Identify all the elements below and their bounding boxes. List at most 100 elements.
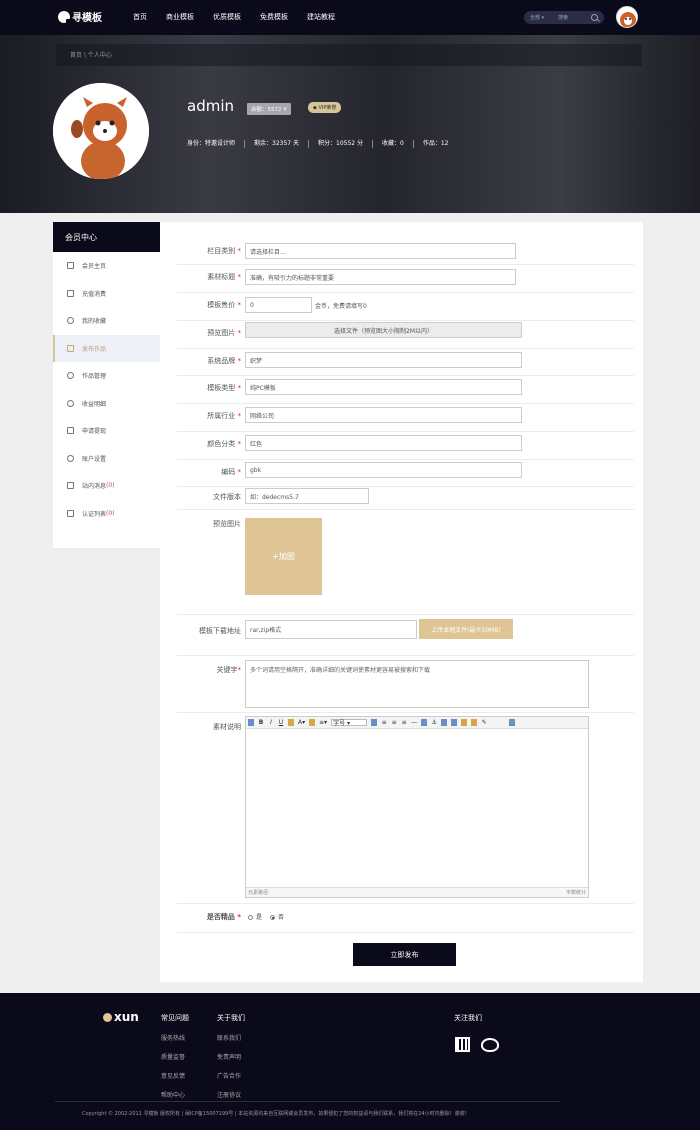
footer-link[interactable]: 意见反馈: [161, 1071, 189, 1080]
media-icon[interactable]: [461, 719, 468, 726]
qr-code-icon[interactable]: [455, 1037, 470, 1052]
featured-radio-group: 是 否: [248, 912, 284, 921]
industry-select[interactable]: 网络公司: [245, 407, 522, 423]
type-select[interactable]: 纯PC模板: [245, 379, 522, 395]
anchor-icon[interactable]: ⚓: [431, 719, 437, 726]
footer-link[interactable]: 质量监督: [161, 1052, 189, 1061]
gallery-icon[interactable]: [471, 719, 478, 726]
rich-text-editor[interactable]: B I U A▾ ≡▾ 字号 ▾ ≡ ≡ ≡ — ⚓ ✎ 元素路径: 字数统计: [245, 716, 589, 898]
red-panda-avatar-icon: [620, 12, 636, 27]
footer-link[interactable]: 免责声明: [217, 1052, 245, 1061]
format-painter-icon[interactable]: [288, 719, 294, 726]
form-row-brand: 系统品牌 * 织梦: [177, 350, 634, 376]
member-sidebar: 会员中心 会员主页 充值消费 我的收藏 发布作品 作品管理 收益明细 申请提现 …: [53, 222, 160, 548]
align-center-icon[interactable]: ≡: [391, 719, 397, 726]
add-image-button[interactable]: +加图: [245, 518, 322, 595]
font-color-icon[interactable]: A▾: [298, 719, 305, 726]
title-input[interactable]: 准确，有吸引力的标题非常重要: [245, 269, 516, 285]
element-path: 元素路径:: [248, 890, 270, 896]
form-row-download: 模板下载地址 rar,zip格式: [177, 616, 634, 656]
preview-icon[interactable]: [509, 719, 516, 726]
font-size-select[interactable]: 字号 ▾: [331, 719, 368, 727]
breadcrumb-home[interactable]: 首页: [70, 52, 82, 59]
logo-icon: [58, 10, 71, 24]
brand-select[interactable]: 织梦: [245, 352, 522, 368]
footer-link[interactable]: 广告合作: [217, 1071, 245, 1080]
download-url-input[interactable]: rar,zip格式: [245, 620, 417, 639]
table-icon[interactable]: [451, 719, 458, 726]
nav-home[interactable]: 首页: [133, 12, 147, 22]
profile-stats: 身份：特邀设计师 剩余：32357 天 积分：10552 分 收藏：0 作品：1…: [187, 140, 457, 148]
nav-tutorial[interactable]: 建站教程: [307, 12, 335, 22]
link-icon[interactable]: [421, 719, 428, 726]
footer-link[interactable]: 帮助中心: [161, 1090, 189, 1099]
html-source-icon[interactable]: [248, 719, 254, 726]
nav-commercial[interactable]: 商业模板: [166, 12, 194, 22]
attachment-icon[interactable]: ✎: [481, 719, 487, 726]
align-left-icon[interactable]: ≡: [381, 719, 387, 726]
gear-icon: [67, 454, 74, 462]
footer-faq: 常见问题 服务热线 质量监督 意见反馈 帮助中心: [161, 1014, 189, 1099]
sidebar-item-recharge[interactable]: 充值消费: [53, 280, 160, 308]
breadcrumb-current: 个人中心: [87, 52, 112, 59]
choose-file-button[interactable]: 选择文件（预览图大小限制2M以内）: [245, 322, 522, 338]
line-height-icon[interactable]: ≡▾: [319, 719, 327, 726]
user-avatar[interactable]: [616, 6, 638, 28]
form-row-category: 栏目类别 * 请选择栏目...: [177, 240, 634, 265]
sidebar-item-withdraw[interactable]: 申请提现: [53, 417, 160, 445]
sidebar-item-settings[interactable]: 账户设置: [53, 445, 160, 473]
paste-icon[interactable]: [371, 719, 378, 726]
stat-identity: 身份：特邀设计师: [187, 140, 236, 147]
footer-link[interactable]: 服务热线: [161, 1033, 189, 1042]
version-input[interactable]: 如：dedecms5.7: [245, 488, 369, 504]
sidebar-item-income[interactable]: 收益明细: [53, 390, 160, 418]
nav-free[interactable]: 免费模板: [260, 12, 288, 22]
sidebar-item-messages[interactable]: 站内消息 (0): [53, 472, 160, 500]
top-navbar: 寻模板 首页 商业模板 优质模板 免费模板 建站教程 全部 ▾ 搜索: [0, 0, 700, 35]
price-input[interactable]: 0: [245, 297, 312, 313]
keywords-textarea[interactable]: 多个词请用空格隔开，准确详细的关键词使素材更容易被搜索和下载: [245, 660, 589, 708]
sidebar-title: 会员中心: [53, 222, 160, 252]
footer-about: 关于我们 联系我们 免责声明 广告合作 注册协议: [217, 1014, 245, 1099]
site-logo[interactable]: 寻模板: [58, 9, 102, 24]
form-row-encoding: 编码 * gbk: [177, 461, 634, 487]
nav-quality[interactable]: 优质模板: [213, 12, 241, 22]
sidebar-item-favorites[interactable]: 我的收藏: [53, 307, 160, 335]
sidebar-item-publish[interactable]: 发布作品: [53, 334, 160, 362]
publish-button[interactable]: 立即发布: [353, 943, 456, 966]
sidebar-item-verify[interactable]: 认证列表 (0): [53, 500, 160, 528]
featured-yes-radio[interactable]: 是: [248, 912, 262, 921]
color-select[interactable]: 红色: [245, 435, 522, 451]
underline-icon[interactable]: U: [278, 719, 284, 726]
publish-form: 栏目类别 * 请选择栏目... 素材标题 * 准确，有吸引力的标题非常重要 模板…: [160, 222, 643, 982]
align-right-icon[interactable]: ≡: [401, 719, 407, 726]
italic-icon[interactable]: I: [268, 719, 274, 726]
shield-icon: [67, 509, 74, 517]
search-category-select[interactable]: 全部 ▾: [530, 14, 544, 21]
form-row-version: 文件版本 如：dedecms5.7: [177, 488, 634, 510]
bold-icon[interactable]: B: [258, 719, 264, 726]
horizontal-rule-icon[interactable]: —: [411, 719, 417, 726]
card-icon: [67, 427, 74, 435]
encoding-select[interactable]: gbk: [245, 462, 522, 478]
image-icon[interactable]: [441, 719, 448, 726]
home-icon: [67, 262, 74, 270]
search-input[interactable]: 搜索: [558, 14, 591, 21]
footer-link[interactable]: 联系我们: [217, 1033, 245, 1042]
sidebar-item-manage[interactable]: 作品管理: [53, 362, 160, 390]
mail-icon: [67, 482, 74, 490]
sidebar-item-home[interactable]: 会员主页: [53, 252, 160, 280]
profile-avatar[interactable]: [53, 83, 149, 179]
weibo-icon[interactable]: [481, 1038, 499, 1052]
vip-badge: ◆ VIP荣誉: [308, 102, 342, 113]
profile-banner: 首页 \ 个人中心 admin 余额：5572 ¥ ◆ VIP荣誉 身份：特邀设…: [0, 35, 700, 213]
category-select[interactable]: 请选择栏目...: [245, 243, 516, 259]
upload-local-file-button[interactable]: 上传本地文件(最大50MB): [419, 619, 513, 639]
version-label: 文件版本: [213, 493, 241, 501]
featured-no-radio[interactable]: 否: [270, 912, 284, 921]
highlight-icon[interactable]: [309, 719, 316, 726]
description-label: 素材说明: [213, 723, 241, 731]
footer-link[interactable]: 注册协议: [217, 1090, 245, 1099]
footer-logo[interactable]: xun: [103, 1010, 139, 1024]
search-icon[interactable]: [591, 14, 598, 21]
